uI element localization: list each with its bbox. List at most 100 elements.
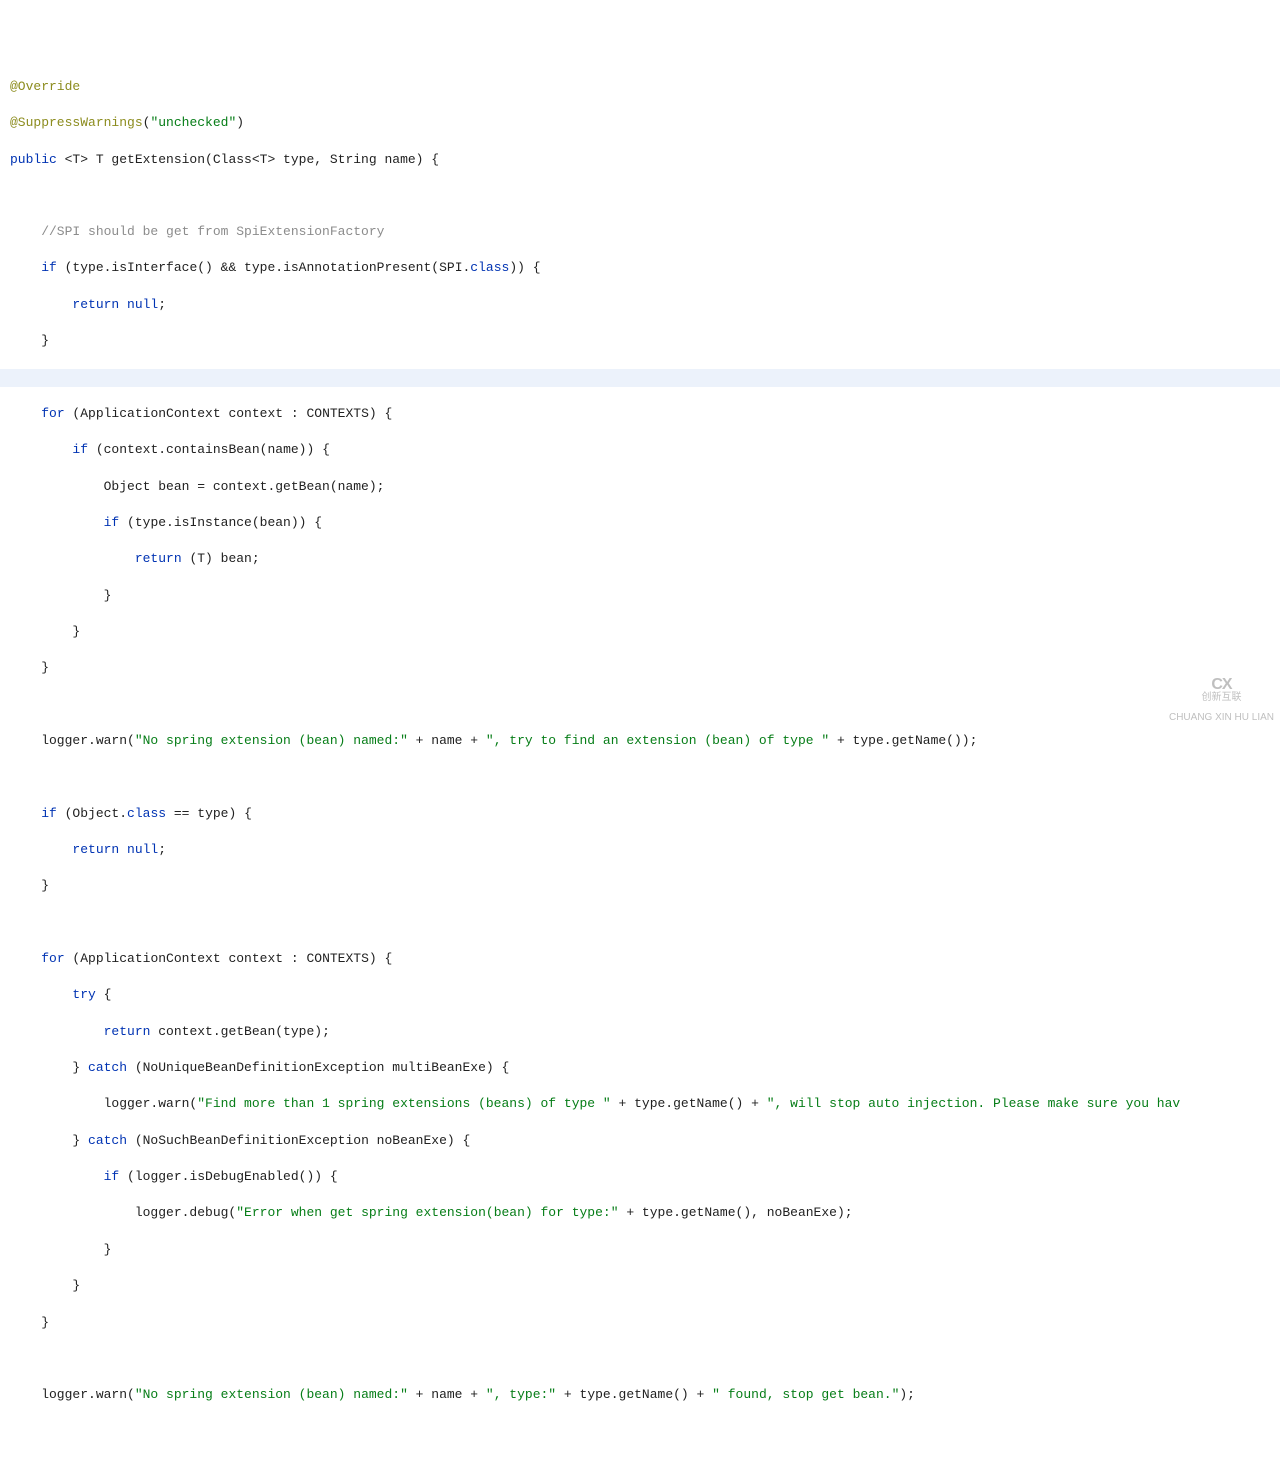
indent	[10, 260, 41, 275]
keyword-return-null: return null	[72, 297, 158, 312]
code-line: Object bean = context.getBean(name);	[10, 478, 1270, 496]
token: (NoUniqueBeanDefinitionException multiBe…	[127, 1060, 509, 1075]
keyword-if: if	[72, 442, 88, 457]
code-line: }	[10, 332, 1270, 350]
code-line: logger.warn("No spring extension (bean) …	[10, 1386, 1270, 1404]
blank-line	[10, 187, 1270, 205]
keyword-if: if	[104, 1169, 120, 1184]
keyword-return: return	[135, 551, 182, 566]
code-line: }	[10, 877, 1270, 895]
token: + type.getName() +	[611, 1096, 767, 1111]
annotation-suppress: @SuppressWarnings	[10, 115, 143, 130]
code-line: public <T> T getExtension(Class<T> type,…	[10, 151, 1270, 169]
string-literal: " found, stop get bean."	[712, 1387, 899, 1402]
indent	[10, 842, 72, 857]
code-line: for (ApplicationContext context : CONTEX…	[10, 950, 1270, 968]
highlighted-line	[0, 369, 1280, 387]
code-line: if (context.containsBean(name)) {	[10, 441, 1270, 459]
token: );	[899, 1387, 915, 1402]
token: (NoSuchBeanDefinitionException noBeanExe…	[127, 1133, 470, 1148]
indent	[10, 442, 72, 457]
token: context.getBean(type);	[150, 1024, 329, 1039]
keyword-for: for	[41, 951, 64, 966]
code-line: return (T) bean;	[10, 550, 1270, 568]
token: (T) bean;	[182, 551, 260, 566]
blank-line	[10, 914, 1270, 932]
blank-line	[10, 1350, 1270, 1368]
watermark-brand-en: CHUANG XIN HU LIAN	[1169, 712, 1274, 723]
code-line: return null;	[10, 296, 1270, 314]
indent	[10, 806, 41, 821]
blank-line	[10, 1423, 1270, 1441]
watermark-brand-cn: 创新互联	[1201, 692, 1241, 703]
string-literal: ", type:"	[486, 1387, 556, 1402]
code-line: //SPI should be get from SpiExtensionFac…	[10, 223, 1270, 241]
string-literal: "No spring extension (bean) named:"	[135, 1387, 408, 1402]
token: + name +	[408, 733, 486, 748]
code-line: return context.getBean(type);	[10, 1023, 1270, 1041]
code-line: if (type.isInterface() && type.isAnnotat…	[10, 259, 1270, 277]
token: logger.warn(	[10, 1387, 135, 1402]
token: }	[10, 1278, 80, 1293]
blank-line	[10, 768, 1270, 786]
code-line: } catch (NoSuchBeanDefinitionException n…	[10, 1132, 1270, 1150]
token: ;	[158, 842, 166, 857]
indent	[10, 515, 104, 530]
comment: //SPI should be get from SpiExtensionFac…	[10, 224, 384, 239]
code-line: }	[10, 623, 1270, 641]
token: == type) {	[166, 806, 252, 821]
keyword-return-null: return null	[72, 842, 158, 857]
code-line: }	[10, 1277, 1270, 1295]
keyword-public: public	[10, 152, 57, 167]
blank-line	[10, 696, 1270, 714]
indent	[10, 987, 72, 1002]
string-literal: "No spring extension (bean) named:"	[135, 733, 408, 748]
token: )) {	[509, 260, 540, 275]
indent	[10, 1024, 104, 1039]
string-literal: ", try to find an extension (bean) of ty…	[486, 733, 829, 748]
code-line: }	[10, 1314, 1270, 1332]
code-line: try {	[10, 986, 1270, 1004]
keyword-catch: catch	[88, 1133, 127, 1148]
code-line: }	[10, 587, 1270, 605]
string-literal: "Find more than 1 spring extensions (bea…	[197, 1096, 610, 1111]
token: logger.warn(	[10, 1096, 197, 1111]
token: logger.warn(	[10, 733, 135, 748]
code-line: if (type.isInstance(bean)) {	[10, 514, 1270, 532]
code-line: logger.warn("Find more than 1 spring ext…	[10, 1095, 1270, 1113]
code-line: return null;	[10, 841, 1270, 859]
indent	[10, 951, 41, 966]
code-line: if (Object.class == type) {	[10, 805, 1270, 823]
keyword-for: for	[41, 406, 64, 421]
keyword-catch: catch	[88, 1060, 127, 1075]
token: }	[10, 588, 111, 603]
token: {	[96, 987, 112, 1002]
annotation-override: @Override	[10, 79, 80, 94]
keyword-if: if	[41, 260, 57, 275]
token: }	[10, 1242, 111, 1257]
keyword-return: return	[104, 1024, 151, 1039]
string-literal: ", will stop auto injection. Please make…	[767, 1096, 1180, 1111]
token: + type.getName());	[829, 733, 977, 748]
indent	[10, 406, 41, 421]
token: }	[10, 624, 80, 639]
keyword-try: try	[72, 987, 95, 1002]
code-line: @SuppressWarnings("unchecked")	[10, 114, 1270, 132]
token: + type.getName() +	[556, 1387, 712, 1402]
token: (context.containsBean(name)) {	[88, 442, 330, 457]
token: }	[10, 1060, 88, 1075]
code-line: } catch (NoUniqueBeanDefinitionException…	[10, 1059, 1270, 1077]
code-line: }	[10, 1241, 1270, 1259]
code-line: logger.warn("No spring extension (bean) …	[10, 732, 1270, 750]
token: (type.isInstance(bean)) {	[119, 515, 322, 530]
string-literal: "Error when get spring extension(bean) f…	[236, 1205, 618, 1220]
keyword-class: class	[470, 260, 509, 275]
code-line: @Override	[10, 78, 1270, 96]
token: logger.debug(	[10, 1205, 236, 1220]
indent	[10, 1169, 104, 1184]
token: <T> T getExtension(Class<T> type, String…	[57, 152, 439, 167]
token: (type.isInterface() && type.isAnnotation…	[57, 260, 470, 275]
code-line: }	[10, 659, 1270, 677]
code-line: logger.debug("Error when get spring exte…	[10, 1204, 1270, 1222]
token: )	[236, 115, 244, 130]
